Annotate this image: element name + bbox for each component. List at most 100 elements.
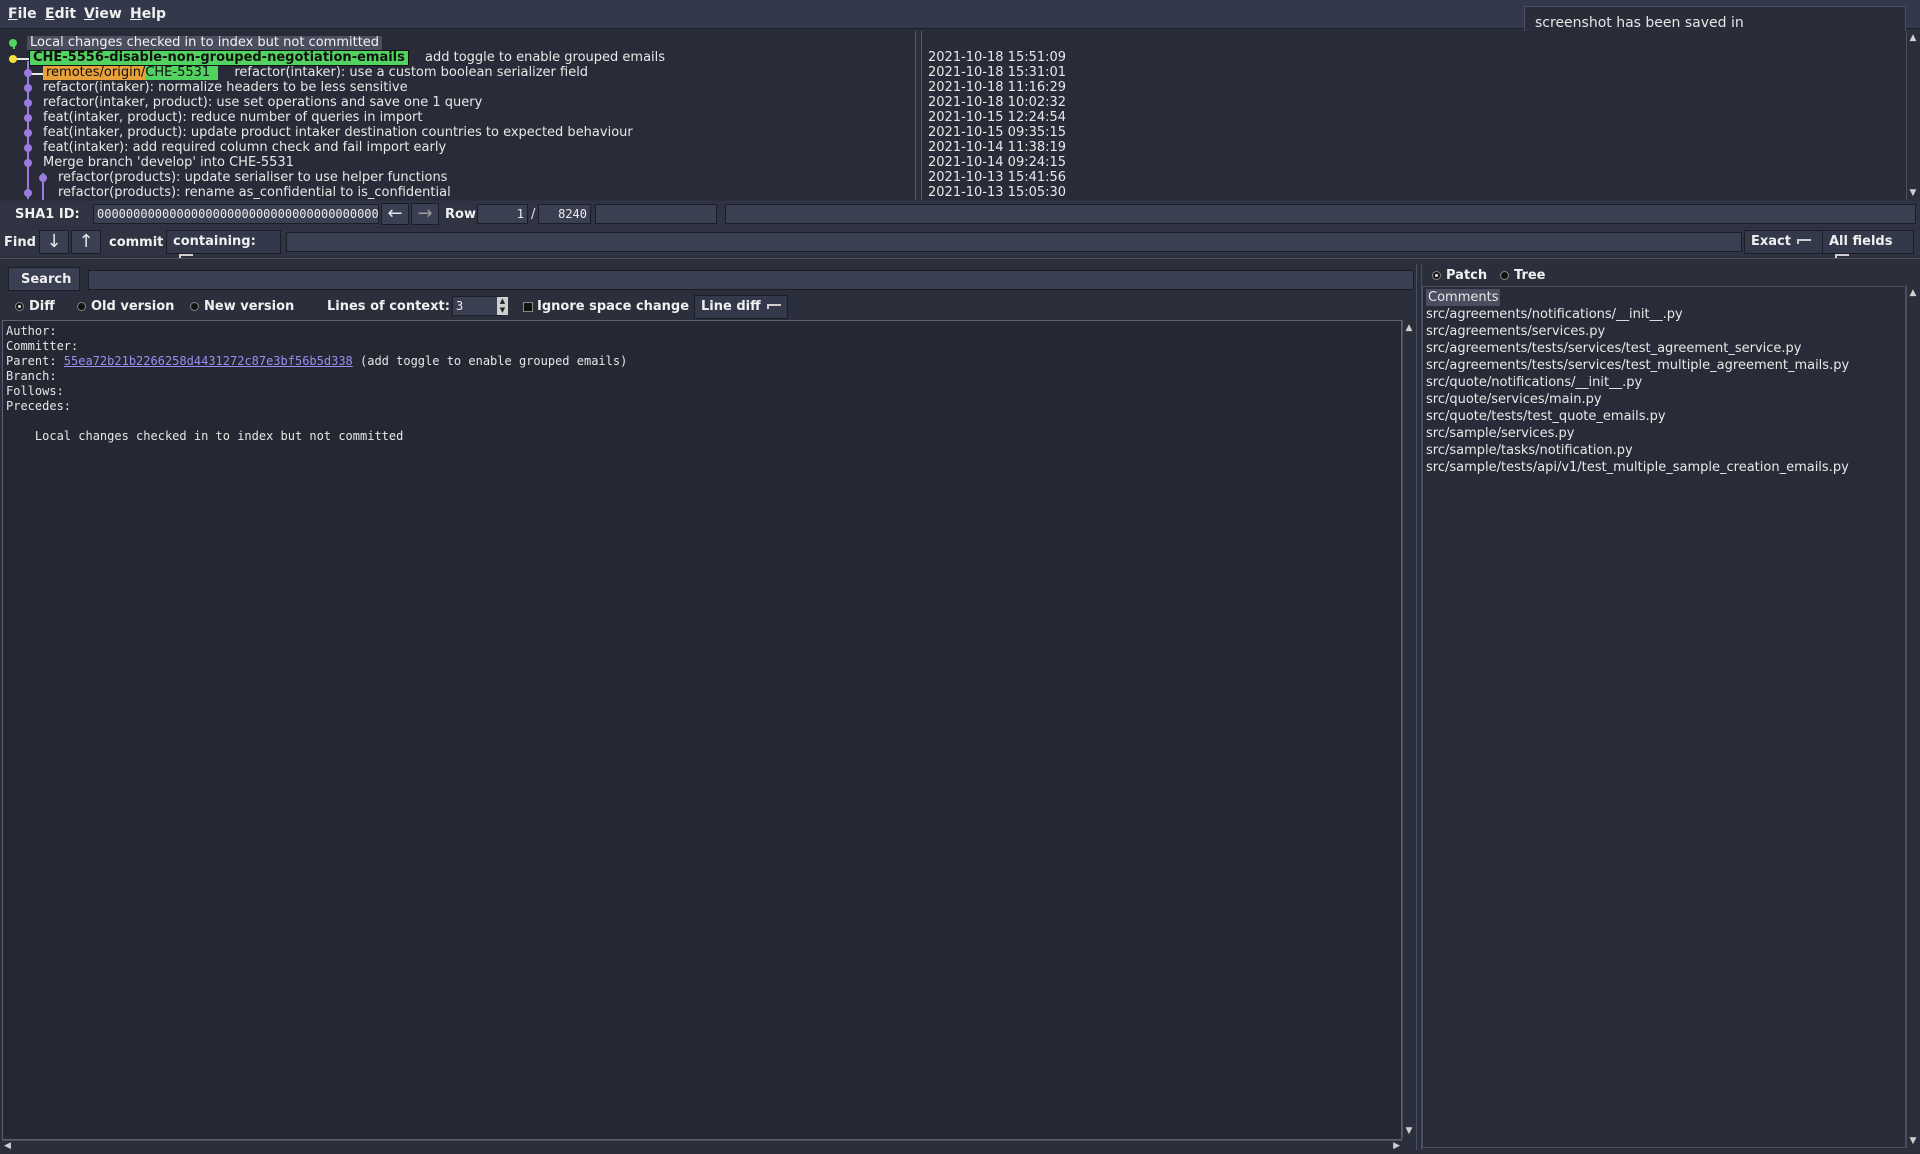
menu-edit[interactable]: Edit <box>45 6 76 22</box>
file-list-item[interactable]: src/agreements/services.py <box>1426 323 1605 340</box>
commit-date: 2021-10-13 15:41:56 <box>928 170 1067 185</box>
tree-label: Tree <box>1514 268 1546 283</box>
author-line: Author: <box>6 324 57 338</box>
ignore-space-checkbox[interactable]: Ignore space change <box>523 299 689 314</box>
scroll-up-icon[interactable]: ▲ <box>1908 288 1918 298</box>
scroll-up-icon[interactable]: ▲ <box>1908 33 1918 43</box>
details-hscrollbar[interactable]: ◀ ▶ <box>2 1140 1402 1152</box>
new-version-radio[interactable]: New version <box>190 299 294 314</box>
old-version-label: Old version <box>91 299 175 314</box>
commit-dates-pane[interactable]: 2021-10-18 15:51:09 2021-10-18 15:31:01 … <box>922 31 1906 200</box>
dropdown-caret-icon <box>766 304 781 309</box>
menu-view[interactable]: View <box>84 6 122 22</box>
patch-radio[interactable]: Patch <box>1432 268 1487 283</box>
commit-date: 2021-10-15 12:24:54 <box>928 110 1067 125</box>
file-list-item[interactable]: src/agreements/tests/services/test_multi… <box>1426 357 1849 374</box>
find-label: Find <box>4 235 36 250</box>
commit-message: feat(intaker): add required column check… <box>43 140 447 155</box>
diff-radio[interactable]: Diff <box>15 299 55 314</box>
file-list-item[interactable]: src/agreements/notifications/__init__.py <box>1426 306 1683 323</box>
scroll-left-icon[interactable]: ◀ <box>4 1141 11 1151</box>
commit-date: 2021-10-18 15:31:01 <box>928 65 1067 80</box>
scroll-up-icon[interactable]: ▲ <box>1404 323 1414 333</box>
committer-line: Committer: <box>6 339 79 353</box>
commit-dot <box>24 189 32 197</box>
commit-message: feat(intaker, product): reduce number of… <box>43 110 423 125</box>
spinbox-arrows-icon[interactable]: ▲ ▼ <box>497 297 508 315</box>
sha-input[interactable]: 0000000000000000000000000000000000000001 <box>93 204 379 224</box>
commit-date: 2021-10-18 15:51:09 <box>928 50 1067 65</box>
search-tab[interactable]: Search <box>8 267 80 291</box>
commit-details-pane[interactable]: Author: Committer: Parent: 55ea72b21b226… <box>2 320 1402 1140</box>
find-input[interactable] <box>286 232 1742 252</box>
file-list-item[interactable]: src/quote/notifications/__init__.py <box>1426 374 1642 391</box>
line-diff-dropdown[interactable]: Line diff <box>694 295 788 319</box>
radio-icon <box>1500 271 1509 280</box>
pane-splitter[interactable] <box>915 31 922 200</box>
parent-sha-link[interactable]: 55ea72b21b2266258d4431272c87e3bf56b5d338 <box>64 354 353 368</box>
exact-dropdown[interactable]: Exact <box>1744 230 1823 254</box>
commit-date: 2021-10-18 10:02:32 <box>928 95 1067 110</box>
commit-row-local-changes[interactable]: Local changes checked in to index but no… <box>27 35 383 50</box>
containing-dropdown[interactable]: containing: <box>166 230 281 259</box>
search-tab-label: Search <box>21 272 72 287</box>
horizontal-splitter[interactable] <box>0 258 1920 262</box>
menu-help[interactable]: Help <box>130 6 166 22</box>
scroll-right-icon[interactable]: ▶ <box>1393 1141 1400 1151</box>
commit-row[interactable]: CHE-5556-disable-non-grouped-negotiation… <box>29 50 666 66</box>
row-separator: / <box>531 207 536 222</box>
file-list-scrollbar[interactable]: ▲ ▼ <box>1906 286 1919 1148</box>
branch-tag[interactable]: CHE-5556-disable-non-grouped-negotiation… <box>29 50 409 66</box>
find-down-arrow-icon[interactable]: ↓ <box>39 230 69 254</box>
follows-line: Follows: <box>6 384 64 398</box>
commit-row[interactable]: Merge branch 'develop' into CHE-5531 <box>43 155 294 170</box>
old-version-radio[interactable]: Old version <box>77 299 174 314</box>
file-list-item[interactable]: src/quote/services/main.py <box>1426 391 1602 408</box>
search-input[interactable] <box>88 270 1414 290</box>
commit-row[interactable]: feat(intaker): add required column check… <box>43 140 446 155</box>
commit-dot <box>39 174 47 182</box>
commit-row[interactable]: remotes/origin/CHE-5531 refactor(intaker… <box>43 65 588 80</box>
commit-list-scrollbar[interactable]: ▲ ▼ <box>1906 31 1919 200</box>
file-list-item[interactable]: src/sample/tasks/notification.py <box>1426 442 1633 459</box>
row-label: Row <box>445 207 476 222</box>
commit-row[interactable]: refactor(products): update serialiser to… <box>58 170 447 185</box>
commit-date: 2021-10-14 09:24:15 <box>928 155 1067 170</box>
diff-radio-label: Diff <box>29 299 55 314</box>
radio-icon <box>1432 271 1441 280</box>
commit-row[interactable]: refactor(products): rename as_confidenti… <box>58 185 451 200</box>
menu-file[interactable]: File <box>8 6 37 22</box>
file-list-item[interactable]: src/agreements/tests/services/test_agree… <box>1426 340 1802 357</box>
commit-row[interactable]: feat(intaker, product): reduce number of… <box>43 110 423 125</box>
find-up-arrow-icon[interactable]: ↑ <box>71 230 101 254</box>
file-list-pane[interactable]: Comments src/agreements/notifications/__… <box>1422 286 1906 1148</box>
commit-row[interactable]: refactor(intaker): normalize headers to … <box>43 80 408 95</box>
commit-message: add toggle to enable grouped emails <box>425 50 666 65</box>
file-list-item[interactable]: src/sample/services.py <box>1426 425 1574 442</box>
file-list-item[interactable]: src/sample/tests/api/v1/test_multiple_sa… <box>1426 459 1849 476</box>
commit-message: refactor(products): update serialiser to… <box>58 170 448 185</box>
commit-message: refactor(intaker): normalize headers to … <box>43 80 408 95</box>
remote-branch-tag[interactable]: CHE-5531 <box>145 66 219 80</box>
scroll-down-icon[interactable]: ▼ <box>1908 188 1918 198</box>
find-type-label: commit <box>109 235 164 250</box>
forward-arrow-icon[interactable]: → <box>411 203 439 225</box>
context-spinbox[interactable]: 3 <box>452 296 502 316</box>
file-list-item-comments[interactable]: Comments <box>1426 289 1501 306</box>
dropdown-caret-icon <box>1796 239 1811 244</box>
commit-list-pane[interactable]: Local changes checked in to index but no… <box>0 31 919 200</box>
row-current-input[interactable]: 1 <box>477 204 528 224</box>
commit-row[interactable]: feat(intaker, product): update product i… <box>43 125 633 140</box>
commit-message: feat(intaker, product): update product i… <box>43 125 633 140</box>
new-version-label: New version <box>204 299 295 314</box>
back-arrow-icon[interactable]: ← <box>381 203 409 225</box>
details-scrollbar[interactable]: ▲ ▼ <box>1402 320 1416 1138</box>
all-fields-dropdown[interactable]: All fields <box>1822 230 1914 259</box>
commit-message: refactor(products): rename as_confidenti… <box>58 185 451 200</box>
scroll-down-icon[interactable]: ▼ <box>1908 1136 1918 1146</box>
tree-radio[interactable]: Tree <box>1500 268 1545 283</box>
file-list-item[interactable]: src/quote/tests/test_quote_emails.py <box>1426 408 1666 425</box>
radio-icon <box>190 302 199 311</box>
commit-row[interactable]: refactor(intaker, product): use set oper… <box>43 95 482 110</box>
scroll-down-icon[interactable]: ▼ <box>1404 1126 1414 1136</box>
